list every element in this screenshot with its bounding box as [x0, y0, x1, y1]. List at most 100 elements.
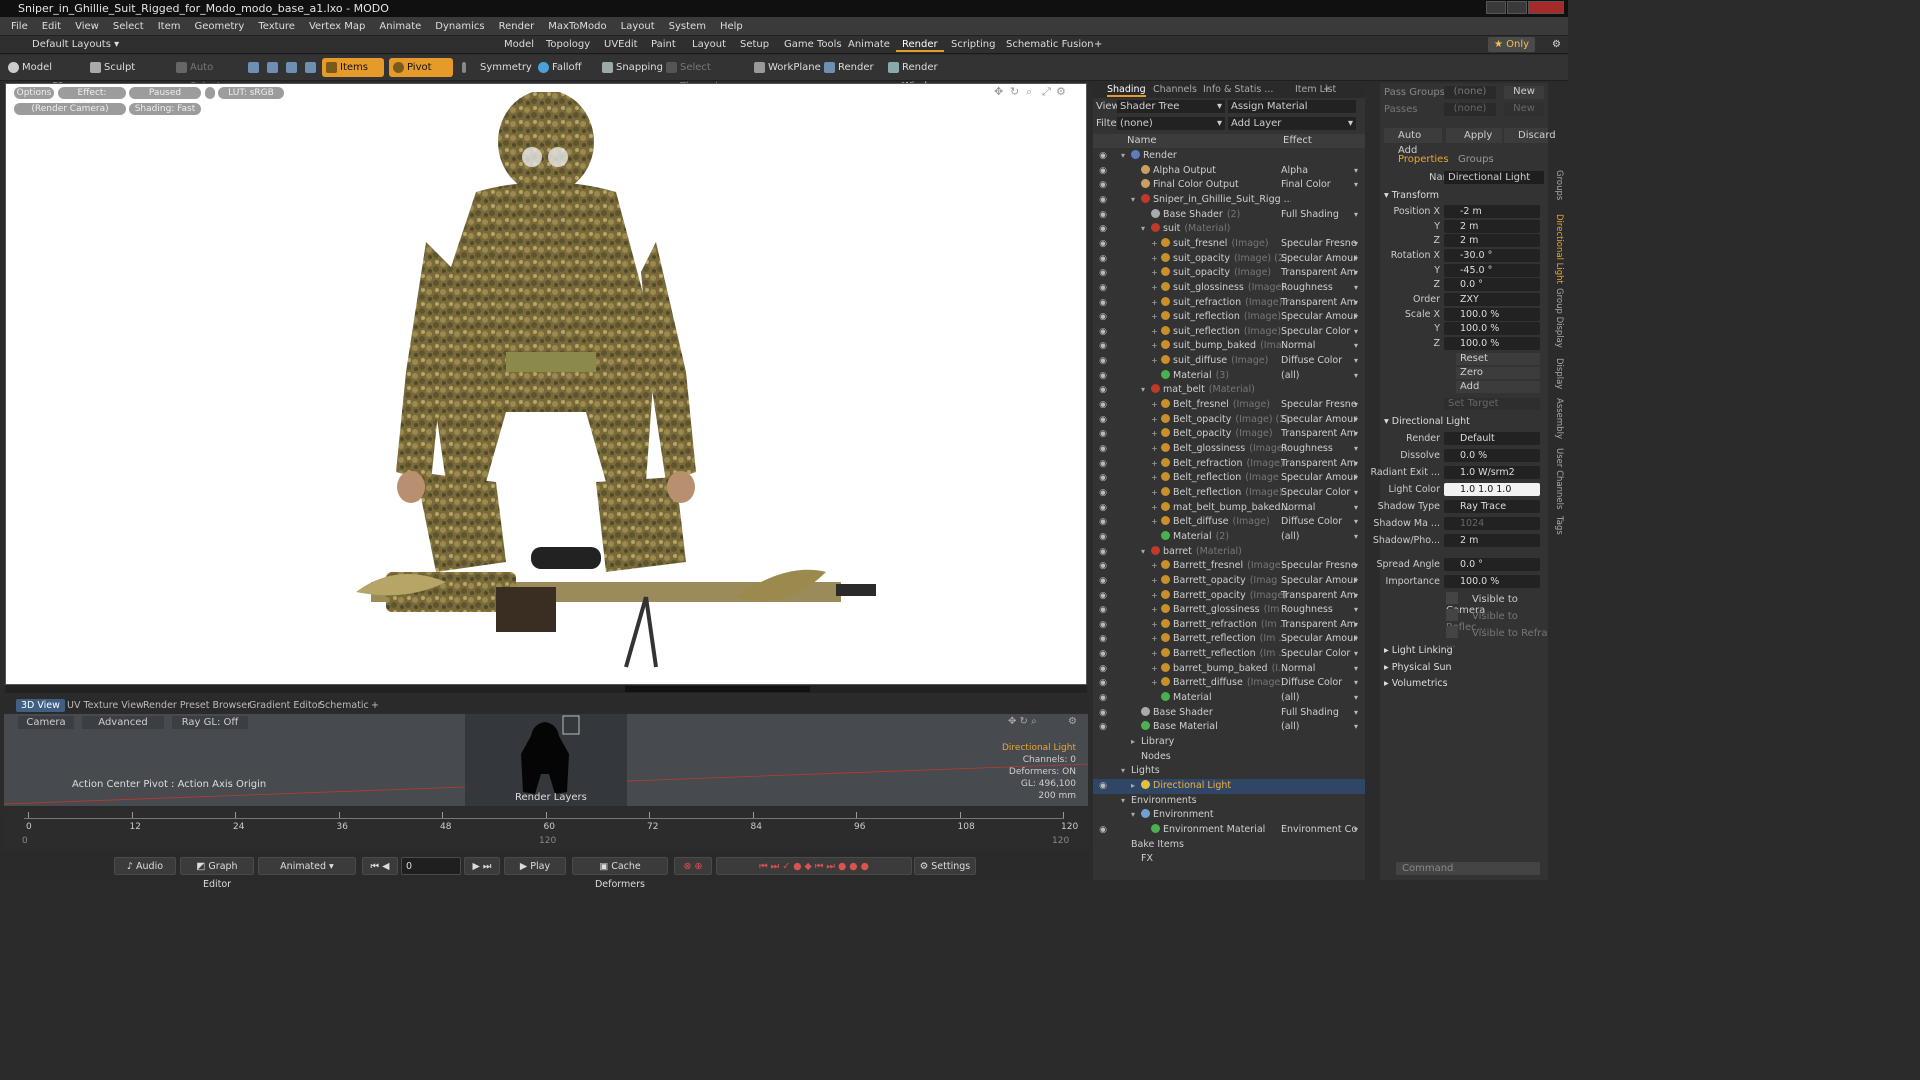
lut-dropdown[interactable]: LUT: sRGB — [218, 87, 284, 99]
visibility-eye-icon[interactable]: ◉ — [1097, 779, 1109, 794]
shader-tree-row[interactable]: ◉ + Belt_glossiness (Image) Roughness ▾ — [1093, 442, 1365, 457]
effect-dropdown-icon[interactable]: ▾ — [1354, 720, 1358, 735]
effect-dropdown-icon[interactable]: ▾ — [1354, 501, 1358, 516]
shader-tree-row[interactable]: ◉ ▾ barret (Material) — [1093, 545, 1365, 560]
effect-dropdown-icon[interactable]: ▾ — [1354, 486, 1358, 501]
effect-dropdown-icon[interactable]: ▾ — [1354, 559, 1358, 574]
effect-dropdown-icon[interactable]: ▾ — [1354, 178, 1358, 193]
menu-file[interactable]: File — [4, 21, 35, 32]
visibility-eye-icon[interactable]: ◉ — [1097, 383, 1109, 398]
shader-tree-row[interactable]: ◉ + Barrett_reflection (Im ... Specular Amou… — [1093, 632, 1365, 647]
menu-animate[interactable]: Animate — [372, 21, 428, 32]
layer-effect[interactable]: Roughness — [1281, 281, 1357, 296]
shader-tree-row[interactable]: ◉ ▾ Render — [1093, 149, 1365, 164]
visibility-eye-icon[interactable]: ◉ — [1097, 193, 1109, 208]
effect-dropdown-icon[interactable]: ▾ — [1354, 647, 1358, 662]
effect-dropdown-icon[interactable]: ▾ — [1354, 530, 1358, 545]
shader-tree-row[interactable]: ◉+Barrett_opacity(Image)Transparent Amo … — [1093, 589, 1365, 604]
visibility-eye-icon[interactable]: ◉ — [1097, 471, 1109, 486]
effect-dropdown-icon[interactable]: ▾ — [1354, 691, 1358, 706]
layer-effect[interactable]: Diffuse Color — [1281, 676, 1357, 691]
expand-toggle-icon[interactable]: + — [1151, 296, 1158, 311]
shading-tab-0[interactable]: Shading — [1107, 84, 1146, 97]
shader-tree-row[interactable]: ◉ + suit_opacity (Image) (2) Specular Amount… — [1093, 252, 1365, 267]
effect-dropdown-icon[interactable]: ▾ — [1354, 325, 1358, 340]
directional-light-section[interactable]: ▾ Directional Light — [1384, 416, 1470, 427]
expand-toggle-icon[interactable]: + — [1151, 632, 1158, 647]
view-dropdown[interactable]: Shader Tree ▾ — [1117, 100, 1225, 113]
layer-effect[interactable]: (all) — [1281, 720, 1357, 735]
shader-tree-row[interactable]: ◉ ▾ suit (Material) — [1093, 222, 1365, 237]
menu-render[interactable]: Render — [492, 21, 542, 32]
layer-effect[interactable]: Specular Color — [1281, 647, 1357, 662]
keyframe-icons[interactable]: ⊗ ⊕ — [674, 857, 712, 875]
effect-dropdown-icon[interactable]: ▾ — [1354, 618, 1358, 633]
shader-tree-row[interactable]: ◉ + Barrett_reflection (Im ... Specular Colo… — [1093, 647, 1365, 662]
effect-dropdown-icon[interactable]: ▾ — [1354, 823, 1358, 838]
visibility-eye-icon[interactable]: ◉ — [1097, 178, 1109, 193]
field-value[interactable]: -45.0 ° — [1444, 264, 1540, 277]
effect-dropdown-icon[interactable]: ▾ — [1354, 413, 1358, 428]
shader-tree-row[interactable]: ◉ + barret_bump_baked (I... Normal ▾ — [1093, 662, 1365, 677]
visibility-eye-icon[interactable]: ◉ — [1097, 720, 1109, 735]
expand-toggle-icon[interactable]: + — [1151, 413, 1158, 428]
render-button[interactable]: Render — [820, 58, 874, 77]
effect-dropdown-icon[interactable]: ▾ — [1354, 398, 1358, 413]
reset-dropdown[interactable]: Reset — [1456, 353, 1540, 365]
layer-effect[interactable]: Specular Fresnel — [1281, 237, 1357, 252]
field-value[interactable]: -30.0 ° — [1444, 249, 1540, 262]
shading-tab-4[interactable]: + — [1323, 84, 1331, 95]
expand-toggle-icon[interactable]: ▸ — [1131, 779, 1135, 794]
move-icon[interactable]: ✥ — [994, 85, 1003, 98]
auto-add-button[interactable]: Auto Add — [1384, 128, 1442, 156]
shader-tree-row[interactable]: ◉ + Barrett_glossiness (Im ... Roughness ▾ — [1093, 603, 1365, 618]
command-input[interactable]: Command — [1396, 862, 1540, 875]
layer-effect[interactable]: Full Shading — [1281, 208, 1357, 223]
shader-tree-row[interactable]: ◉ Material (2) (all) ▾ — [1093, 530, 1365, 545]
field-value[interactable]: 2 m — [1444, 534, 1540, 547]
shader-tree-row[interactable]: ◉ Material (all) ▾ — [1093, 691, 1365, 706]
shader-tree-row[interactable]: ◉ Final Color Output Final Color ▾ — [1093, 178, 1365, 193]
menu-view[interactable]: View — [68, 21, 106, 32]
visibility-eye-icon[interactable]: ◉ — [1097, 515, 1109, 530]
layout-tab-model[interactable]: Model — [498, 37, 540, 52]
visibility-eye-icon[interactable]: ◉ — [1097, 706, 1109, 721]
visibility-checkbox[interactable]: Visible to Refra ... — [1446, 626, 1548, 650]
vertical-tab-group-display[interactable]: Group Display — [1550, 288, 1564, 348]
effect-dropdown-icon[interactable]: ▾ — [1354, 471, 1358, 486]
expand-toggle-icon[interactable]: + — [1151, 281, 1158, 296]
visibility-eye-icon[interactable]: ◉ — [1097, 266, 1109, 281]
gear-icon[interactable]: ⚙ — [1546, 37, 1567, 52]
menu-select[interactable]: Select — [106, 21, 151, 32]
field-value[interactable]: ZXY — [1444, 293, 1540, 306]
materials-mode-icon[interactable] — [303, 58, 317, 77]
expand-toggle-icon[interactable]: + — [1151, 354, 1158, 369]
viewport-scrollbar[interactable] — [5, 685, 1087, 693]
visibility-eye-icon[interactable]: ◉ — [1097, 486, 1109, 501]
render-window-button[interactable]: Render Window — [884, 58, 970, 92]
model-mode-button[interactable]: Model F2 — [4, 58, 82, 92]
visibility-eye-icon[interactable]: ◉ — [1097, 208, 1109, 223]
field-value[interactable]: 2 m — [1444, 234, 1540, 247]
assign-material-dropdown[interactable]: Assign Material — [1228, 100, 1356, 113]
layout-tab-render[interactable]: Render — [896, 37, 944, 52]
maximize-icon[interactable]: ⤢ — [1042, 85, 1051, 99]
effect-dropdown-icon[interactable]: ▾ — [1354, 632, 1358, 647]
visibility-eye-icon[interactable]: ◉ — [1097, 647, 1109, 662]
layer-effect[interactable]: Specular Amount — [1281, 471, 1357, 486]
visibility-eye-icon[interactable]: ◉ — [1097, 164, 1109, 179]
shader-tree-row[interactable]: ◉ + Barrett_fresnel (Image) Specular Fresnel… — [1093, 559, 1365, 574]
effect-dropdown-icon[interactable]: ▾ — [1354, 515, 1358, 530]
effect-dropdown-icon[interactable]: ▾ — [1354, 296, 1358, 311]
shader-tree-row[interactable]: ◉ ▾ mat_belt (Material) — [1093, 383, 1365, 398]
expand-toggle-icon[interactable]: + — [1151, 486, 1158, 501]
filter-dropdown[interactable]: (none) ▾ — [1117, 117, 1225, 130]
add-dropdown[interactable]: Add — [1456, 381, 1540, 393]
layer-effect[interactable]: Roughness — [1281, 442, 1357, 457]
expand-toggle-icon[interactable]: ▾ — [1121, 149, 1125, 164]
visibility-eye-icon[interactable]: ◉ — [1097, 354, 1109, 369]
effect-dropdown-icon[interactable]: ▾ — [1354, 574, 1358, 589]
visibility-eye-icon[interactable]: ◉ — [1097, 413, 1109, 428]
effect-dropdown[interactable]: Effect: (Shadi... — [58, 87, 126, 110]
bottom-tab--[interactable]: + — [366, 699, 384, 712]
